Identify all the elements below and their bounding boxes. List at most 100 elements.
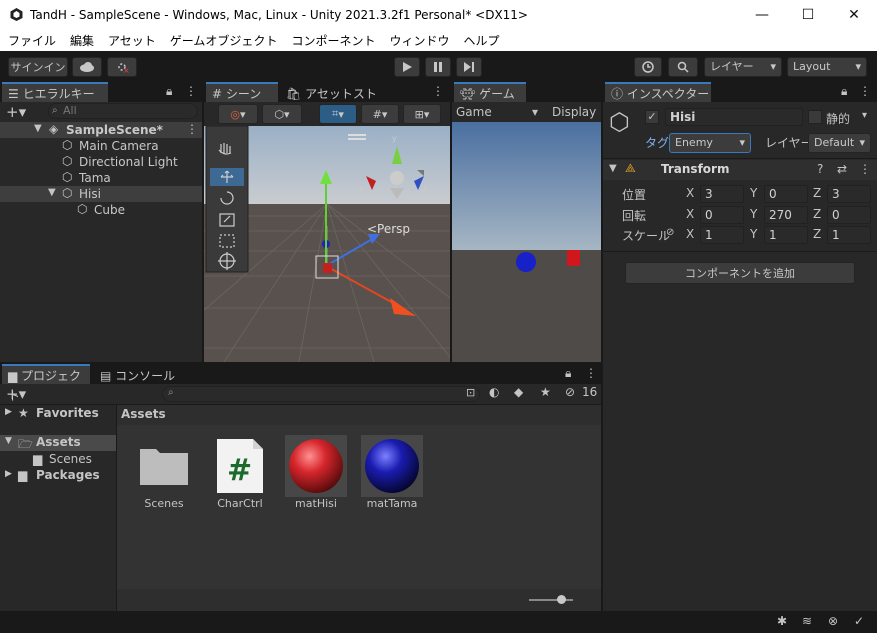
transform-header[interactable]: ▼ ⟁ Transform ? ⇄ ⋮: [603, 160, 877, 180]
rotation-y-field[interactable]: 270: [764, 206, 808, 224]
tree-item-packages[interactable]: ▶ ▆ Packages: [0, 468, 116, 484]
tree-item-favorites[interactable]: ▶ ★ Favorites: [5, 406, 115, 422]
search-by-type-icon[interactable]: ⊡: [466, 386, 475, 399]
static-dropdown-icon[interactable]: ▾: [862, 110, 867, 121]
filter-type-icon[interactable]: ◐: [489, 385, 499, 399]
menu-assets[interactable]: アセット: [108, 32, 156, 49]
game-mode-dropdown[interactable]: Game ▾: [456, 102, 538, 122]
debug-bug-icon[interactable]: ✱: [777, 614, 787, 628]
minimize-button[interactable]: —: [739, 0, 785, 30]
create-button[interactable]: +▾: [6, 385, 26, 403]
more-menu-icon[interactable]: ⋮: [859, 84, 871, 98]
collab-button[interactable]: ×: [107, 57, 137, 77]
static-checkbox[interactable]: [808, 110, 822, 124]
hierarchy-item[interactable]: ⬡ Main Camera: [0, 138, 202, 154]
icon-size-slider[interactable]: [529, 599, 573, 601]
add-component-button[interactable]: コンポーネントを追加: [625, 262, 855, 284]
signin-button[interactable]: サインイン: [8, 57, 68, 77]
asset-item[interactable]: matHisi: [285, 435, 347, 510]
play-button[interactable]: [394, 57, 420, 77]
draw-mode-dropdown[interactable]: ◎ ▾: [218, 104, 258, 124]
hierarchy-item[interactable]: ⬡ Directional Light: [0, 154, 202, 170]
tree-item-scenes[interactable]: ▆ Scenes: [0, 452, 116, 468]
rotation-x-field[interactable]: 0: [700, 206, 744, 224]
label-tag-icon[interactable]: ◆: [514, 385, 523, 399]
menu-edit[interactable]: 編集: [70, 32, 94, 49]
tab-console[interactable]: ▤ コンソール: [94, 364, 178, 384]
auto-generate-lighting-icon[interactable]: ⊗: [828, 614, 838, 628]
tab-game[interactable]: 👾︎ ゲーム: [454, 82, 526, 102]
menu-help[interactable]: ヘルプ: [463, 32, 499, 49]
scale-x-field[interactable]: 1: [700, 226, 744, 244]
collapse-arrow-icon[interactable]: ▼: [609, 163, 617, 174]
more-menu-icon[interactable]: ⋮: [432, 84, 444, 98]
position-x-field[interactable]: 3: [700, 185, 744, 203]
pause-button[interactable]: [425, 57, 451, 77]
hidden-eye-icon[interactable]: ⊘: [565, 385, 575, 399]
asset-item[interactable]: # CharCtrl: [209, 435, 271, 510]
collab-icon: ×: [118, 63, 129, 74]
position-y-field[interactable]: 0: [764, 185, 808, 203]
rotation-z-field[interactable]: 0: [827, 206, 871, 224]
cache-server-icon[interactable]: ≋: [802, 614, 812, 628]
cloud-button[interactable]: [72, 57, 102, 77]
tree-item-label: Assets: [36, 435, 81, 449]
display-dropdown[interactable]: Display: [552, 102, 596, 122]
perspective-label[interactable]: <Persp: [367, 222, 410, 236]
grid-toggle[interactable]: # ▾: [361, 104, 399, 124]
render-mode-dropdown[interactable]: ⬡ ▾: [262, 104, 302, 124]
search-button[interactable]: [668, 57, 698, 77]
hierarchy-item[interactable]: ⬡ Tama: [0, 170, 202, 186]
hierarchy-item-selected[interactable]: ▼ ⬡ Hisi: [0, 186, 202, 202]
gizmo-toggle[interactable]: ⌗ ▾: [319, 104, 357, 124]
expand-arrow-icon[interactable]: ▼: [48, 187, 56, 198]
position-z-field[interactable]: 3: [827, 185, 871, 203]
favorite-star-icon[interactable]: ★: [540, 385, 551, 399]
asset-item[interactable]: matTama: [361, 435, 423, 510]
progress-check-icon[interactable]: ✓: [854, 614, 864, 628]
tab-inspector[interactable]: ⓘ インスペクター: [605, 82, 711, 102]
more-menu-icon[interactable]: ⋮: [585, 366, 597, 380]
menu-file[interactable]: ファイル: [8, 32, 56, 49]
layers-dropdown[interactable]: レイヤー: [704, 57, 782, 77]
tab-hierarchy[interactable]: ☰ ヒエラルキー: [2, 82, 108, 102]
history-button[interactable]: [634, 57, 662, 77]
scene-menu-icon[interactable]: ⋮: [186, 122, 198, 136]
lock-icon[interactable]: 🔒︎: [565, 366, 571, 381]
tag-dropdown[interactable]: Enemy: [669, 133, 751, 153]
scale-z-field[interactable]: 1: [827, 226, 871, 244]
lock-icon[interactable]: 🔒︎: [841, 84, 847, 99]
game-viewport[interactable]: [452, 122, 601, 362]
object-name-field[interactable]: Hisi: [665, 108, 803, 126]
menu-window[interactable]: ウィンドウ: [389, 32, 449, 49]
breadcrumb[interactable]: Assets: [121, 407, 166, 421]
component-menu-icon[interactable]: ⋮: [859, 162, 871, 176]
lock-icon[interactable]: 🔒︎: [166, 84, 172, 99]
scale-y-field[interactable]: 1: [764, 226, 808, 244]
menu-component[interactable]: コンポーネント: [291, 32, 375, 49]
asset-item[interactable]: Scenes: [133, 435, 195, 510]
create-button[interactable]: +▾: [6, 103, 26, 121]
tab-asset-store[interactable]: 🛍︎ アセットストア: [280, 82, 388, 121]
close-button[interactable]: ✕: [831, 0, 877, 30]
layer-dropdown[interactable]: Default: [808, 133, 871, 153]
scene-viewport[interactable]: y x z <Persp: [204, 126, 450, 362]
menu-gameobject[interactable]: ゲームオブジェクト: [170, 32, 278, 49]
more-menu-icon[interactable]: ⋮: [185, 84, 197, 98]
project-search-input[interactable]: [162, 386, 480, 402]
hierarchy-item[interactable]: ⬡ Cube: [0, 202, 202, 218]
hierarchy-search-input[interactable]: All: [48, 103, 198, 119]
help-icon[interactable]: ?: [817, 162, 823, 176]
active-checkbox[interactable]: ✓: [645, 110, 659, 124]
link-icon[interactable]: ⊘: [666, 227, 674, 238]
preset-icon[interactable]: ⇄: [837, 162, 847, 176]
snap-dropdown[interactable]: ⊞ ▾: [403, 104, 441, 124]
icon-size-slider-handle[interactable]: [557, 595, 566, 604]
tree-item-assets[interactable]: ▼ 🗁︎ Assets: [0, 435, 116, 451]
maximize-button[interactable]: ☐: [785, 0, 831, 30]
scene-row[interactable]: ▼ ◈ SampleScene* ⋮: [0, 122, 202, 138]
layout-dropdown[interactable]: Layout: [787, 57, 867, 77]
step-button[interactable]: [456, 57, 482, 77]
tab-project[interactable]: ▆ プロジェクト: [2, 364, 90, 403]
tab-scene[interactable]: # シーン: [206, 82, 278, 102]
